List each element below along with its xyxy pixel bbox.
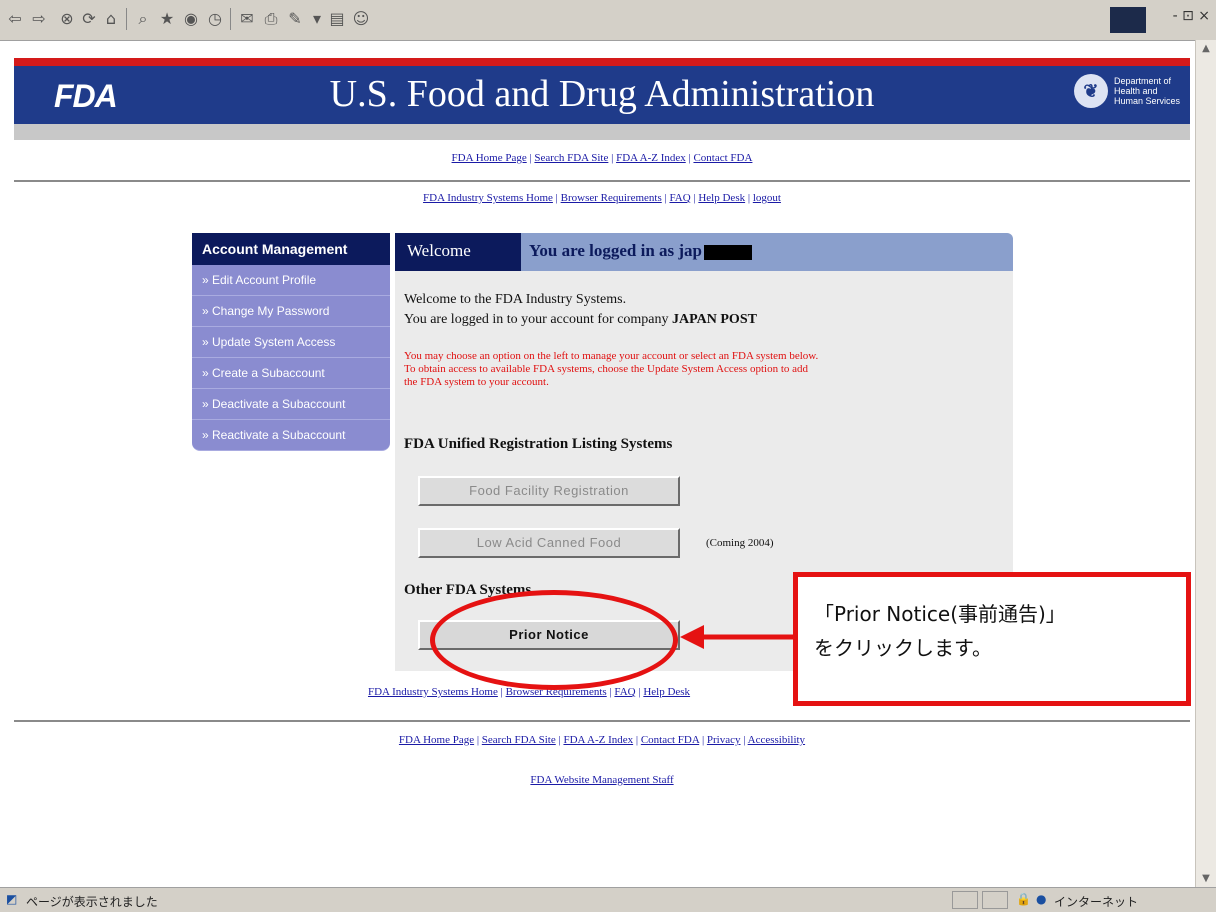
link-systems-home-bottom[interactable]: FDA Industry Systems Home bbox=[368, 686, 498, 698]
search-icon[interactable]: ⌕ bbox=[132, 8, 154, 30]
nav-edit-profile[interactable]: » Edit Account Profile bbox=[192, 265, 390, 296]
nav-create-subaccount[interactable]: » Create a Subaccount bbox=[192, 358, 390, 389]
back-icon[interactable]: ⇦ bbox=[4, 8, 26, 30]
company-line: You are logged in to your account for co… bbox=[404, 312, 757, 327]
site-title: U.S. Food and Drug Administration bbox=[329, 73, 875, 115]
fda-banner: FDA U.S. Food and Drug Administration ❦ … bbox=[14, 58, 1190, 124]
footer-link-az[interactable]: FDA A-Z Index bbox=[563, 734, 633, 746]
scroll-down-icon[interactable]: ▼ bbox=[1196, 870, 1216, 888]
nav-update-system-access[interactable]: » Update System Access bbox=[192, 327, 390, 358]
forward-icon[interactable]: ⇨ bbox=[28, 8, 50, 30]
company-name: JAPAN POST bbox=[672, 312, 757, 327]
history-icon[interactable]: ◷ bbox=[204, 8, 226, 30]
lock-icon: 🔒 bbox=[1016, 892, 1031, 906]
mail-icon[interactable]: ✉ bbox=[236, 8, 258, 30]
account-management-heading: Account Management bbox=[192, 233, 390, 265]
favorites-icon[interactable]: ★ bbox=[156, 8, 178, 30]
annotation-callout: 「Prior Notice(事前通告)」 をクリックします。 bbox=[793, 572, 1191, 706]
link-browser-req[interactable]: Browser Requirements bbox=[561, 192, 662, 204]
link-help-desk-bottom[interactable]: Help Desk bbox=[643, 686, 690, 698]
page-icon: ◩ bbox=[6, 892, 18, 906]
annotation-arrow bbox=[680, 625, 794, 649]
tab-welcome: Welcome bbox=[395, 233, 521, 271]
section-heading-unified: FDA Unified Registration Listing Systems bbox=[404, 436, 673, 452]
status-pane bbox=[952, 891, 978, 909]
footer-link-accessibility[interactable]: Accessibility bbox=[748, 734, 805, 746]
welcome-text: Welcome to the FDA Industry Systems. bbox=[404, 292, 627, 307]
divider-footer bbox=[14, 720, 1190, 722]
logged-in-text: You are logged in as jap bbox=[529, 241, 703, 260]
globe-icon: ● bbox=[1036, 892, 1047, 906]
footer-link-staff[interactable]: FDA Website Management Staff bbox=[530, 774, 673, 786]
status-bar: ◩ ページが表示されました 🔒 ● インターネット bbox=[0, 887, 1216, 912]
link-help-desk[interactable]: Help Desk bbox=[698, 192, 745, 204]
banner-gray-bar bbox=[14, 124, 1190, 140]
footer-link-privacy[interactable]: Privacy bbox=[707, 734, 741, 746]
stop-icon[interactable]: ⊗ bbox=[56, 8, 78, 30]
footer-link-contact[interactable]: Contact FDA bbox=[641, 734, 699, 746]
browser-toolbar: ⇦ ⇨ ⊗ ⟳ ⌂ ⌕ ★ ◉ ◷ ✉ ⎙ ✎ ▾ ▤ ☺ - ⊡ × bbox=[0, 0, 1216, 41]
link-systems-home[interactable]: FDA Industry Systems Home bbox=[423, 192, 553, 204]
access-notice: You may choose an option on the left to … bbox=[404, 350, 819, 388]
media-icon[interactable]: ◉ bbox=[180, 8, 202, 30]
link-az-index[interactable]: FDA A-Z Index bbox=[616, 152, 686, 164]
nav-reactivate-subaccount[interactable]: » Reactivate a Subaccount bbox=[192, 420, 390, 451]
coming-note: (Coming 2004) bbox=[706, 537, 774, 549]
footer-staff: FDA Website Management Staff bbox=[14, 774, 1190, 786]
hhs-logo[interactable]: ❦ Department of Health and Human Service… bbox=[1073, 74, 1180, 108]
discuss-icon[interactable]: ▤ bbox=[326, 8, 348, 30]
nav-change-password[interactable]: » Change My Password bbox=[192, 296, 390, 327]
callout-line1: 「Prior Notice(事前通告)」 bbox=[814, 602, 1066, 626]
logged-in-banner: You are logged in as jap bbox=[521, 233, 1013, 271]
top-links: FDA Home Page | Search FDA Site | FDA A-… bbox=[451, 152, 753, 164]
dropdown-icon[interactable]: ▾ bbox=[306, 8, 328, 30]
vertical-scrollbar[interactable]: ▲ ▼ bbox=[1195, 40, 1216, 888]
windows-logo-icon bbox=[1110, 7, 1146, 33]
link-logout[interactable]: logout bbox=[753, 192, 781, 204]
system-links: FDA Industry Systems Home | Browser Requ… bbox=[423, 192, 781, 204]
refresh-icon[interactable]: ⟳ bbox=[78, 8, 100, 30]
bottom-system-links: FDA Industry Systems Home | Browser Requ… bbox=[368, 686, 691, 698]
status-pane bbox=[982, 891, 1008, 909]
footer-link-search[interactable]: Search FDA Site bbox=[482, 734, 556, 746]
highlight-ellipse bbox=[430, 590, 678, 690]
messenger-icon[interactable]: ☺ bbox=[350, 8, 372, 30]
callout-line2: をクリックします。 bbox=[814, 636, 992, 660]
footer-link-home[interactable]: FDA Home Page bbox=[399, 734, 474, 746]
nav-deactivate-subaccount[interactable]: » Deactivate a Subaccount bbox=[192, 389, 390, 420]
link-fda-home[interactable]: FDA Home Page bbox=[452, 152, 527, 164]
window-controls[interactable]: - ⊡ × bbox=[1173, 8, 1210, 24]
link-search-fda[interactable]: Search FDA Site bbox=[534, 152, 608, 164]
link-contact-fda[interactable]: Contact FDA bbox=[693, 152, 752, 164]
edit-icon[interactable]: ✎ bbox=[284, 8, 306, 30]
account-nav: » Edit Account Profile » Change My Passw… bbox=[192, 265, 390, 451]
link-faq-bottom[interactable]: FAQ bbox=[614, 686, 635, 698]
food-facility-registration-button[interactable]: Food Facility Registration bbox=[418, 476, 680, 506]
link-faq[interactable]: FAQ bbox=[669, 192, 690, 204]
scroll-up-icon[interactable]: ▲ bbox=[1196, 40, 1216, 58]
home-icon[interactable]: ⌂ bbox=[100, 8, 122, 30]
zone-text: インターネット bbox=[1054, 895, 1139, 909]
redacted-username bbox=[704, 244, 753, 260]
footer-links: FDA Home Page | Search FDA Site | FDA A-… bbox=[398, 734, 806, 746]
print-icon[interactable]: ⎙ bbox=[260, 8, 282, 30]
low-acid-canned-food-button[interactable]: Low Acid Canned Food bbox=[418, 528, 680, 558]
eagle-icon: ❦ bbox=[1073, 74, 1108, 108]
status-text: ページが表示されました bbox=[26, 895, 158, 909]
divider bbox=[14, 180, 1190, 182]
